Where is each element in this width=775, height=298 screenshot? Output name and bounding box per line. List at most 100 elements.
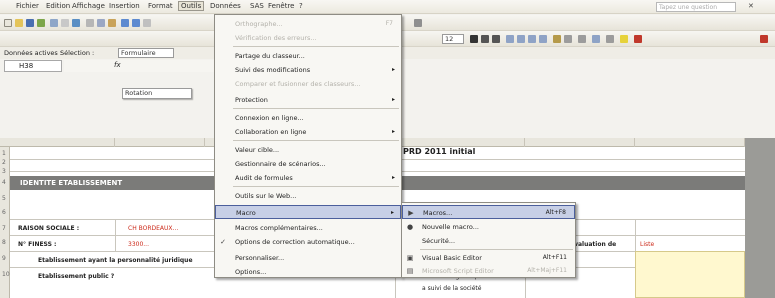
menu-outils[interactable]: Outils: [178, 1, 205, 11]
decimal-icon[interactable]: [578, 35, 586, 43]
submenu-item-script-editor[interactable]: ▤ Microsoft Script Editor Alt+Maj+F11: [402, 264, 575, 278]
menu-format[interactable]: Format: [148, 2, 173, 10]
open-icon[interactable]: [15, 19, 23, 27]
row-number[interactable]: 2: [2, 159, 6, 166]
fill-color-icon[interactable]: [620, 35, 628, 43]
societe-text: a suivi de la société: [422, 285, 482, 292]
row-number[interactable]: 9: [2, 255, 6, 262]
column-header[interactable]: [525, 138, 635, 147]
cut-icon[interactable]: [86, 19, 94, 27]
menu-item-options[interactable]: Options...: [215, 265, 401, 279]
font-color-icon[interactable]: [634, 35, 642, 43]
close-icon[interactable]: ✕: [748, 2, 754, 10]
menu-fenetre[interactable]: Fenêtre: [268, 2, 294, 10]
public-label: Etablissement public ?: [38, 273, 115, 280]
column-header[interactable]: [115, 138, 205, 147]
new-icon[interactable]: [4, 19, 12, 27]
column-header[interactable]: [635, 138, 745, 147]
undo-icon[interactable]: [121, 19, 129, 27]
name-box[interactable]: H38: [4, 60, 62, 72]
bold-icon[interactable]: [470, 35, 478, 43]
row-number[interactable]: 1: [2, 150, 6, 157]
permission-icon[interactable]: [37, 19, 45, 27]
menu-item-orthographe[interactable]: Orthographe... F7: [215, 17, 401, 31]
chevron-down-icon[interactable]: [143, 19, 151, 27]
menu-item-personnaliser[interactable]: Personnaliser...: [215, 251, 401, 265]
menu-item-collaboration[interactable]: Collaboration en ligne ▸: [215, 125, 401, 139]
save-icon[interactable]: [26, 19, 34, 27]
fx-icon: fx: [114, 61, 121, 69]
row-number[interactable]: 7: [2, 225, 6, 232]
menu-item-verification[interactable]: Vérification des erreurs...: [215, 31, 401, 45]
menu-item-label: Options...: [235, 268, 267, 276]
row-number[interactable]: 8: [2, 239, 6, 246]
menu-help[interactable]: ?: [299, 2, 303, 10]
menu-insertion[interactable]: Insertion: [109, 2, 140, 10]
align-right-icon[interactable]: [528, 35, 536, 43]
menu-item-comparer[interactable]: Comparer et fusionner des classeurs...: [215, 77, 401, 91]
menu-item-label: Valeur cible...: [235, 146, 280, 154]
menu-item-scenarios[interactable]: Gestionnaire de scénarios...: [215, 157, 401, 171]
indent-icon[interactable]: [592, 35, 600, 43]
row-number[interactable]: 5: [2, 195, 6, 202]
vb-editor-icon: ▣: [406, 254, 414, 262]
menu-item-complementaires[interactable]: Macros complémentaires...: [215, 221, 401, 235]
redo-icon[interactable]: [132, 19, 140, 27]
menu-donnees[interactable]: Données: [210, 2, 241, 10]
submenu-item-macros[interactable]: ▶ Macros... Alt+F8: [402, 205, 575, 219]
menu-item-label: Macros...: [423, 209, 453, 217]
menu-fichier[interactable]: Fichier: [16, 2, 39, 10]
text-color-icon[interactable]: [760, 35, 768, 43]
menu-item-audit[interactable]: Audit de formules ▸: [215, 171, 401, 185]
menu-item-correction[interactable]: ✓ Options de correction automatique...: [215, 235, 401, 249]
currency-icon[interactable]: [553, 35, 561, 43]
help-search-input[interactable]: Tapez une question: [656, 2, 736, 12]
menu-affichage[interactable]: Affichage: [72, 2, 105, 10]
underline-icon[interactable]: [492, 35, 500, 43]
submenu-item-vbe[interactable]: ▣ Visual Basic Editor Alt+F11: [402, 251, 575, 265]
submenu-arrow-icon: ▸: [391, 128, 395, 135]
column-header[interactable]: [10, 138, 115, 147]
print-icon[interactable]: [50, 19, 58, 27]
preview-icon[interactable]: [61, 19, 69, 27]
menu-item-protection[interactable]: Protection ▸: [215, 93, 401, 107]
menu-item-outils-web[interactable]: Outils sur le Web...: [215, 189, 401, 203]
menu-item-label: Suivi des modifications: [235, 66, 311, 74]
row-number[interactable]: 10: [2, 271, 10, 278]
menu-item-label: Macros complémentaires...: [235, 224, 323, 232]
macro-submenu: ▶ Macros... Alt+F8 ● Nouvelle macro... Sécu…: [401, 202, 576, 278]
menu-item-partage[interactable]: Partage du classeur...: [215, 49, 401, 63]
row-number[interactable]: 4: [2, 179, 6, 186]
row-number[interactable]: 6: [2, 209, 6, 216]
menu-item-macro[interactable]: Macro ▸: [215, 205, 401, 219]
menu-item-label: Personnaliser...: [235, 254, 285, 262]
paste-icon[interactable]: [108, 19, 116, 27]
menu-item-label: Sécurité...: [422, 237, 456, 245]
zoom-icon[interactable]: [414, 19, 422, 27]
merge-icon[interactable]: [539, 35, 547, 43]
menu-item-valeur-cible[interactable]: Valeur cible...: [215, 143, 401, 157]
submenu-arrow-icon: ▸: [390, 209, 394, 216]
align-center-icon[interactable]: [517, 35, 525, 43]
row-number[interactable]: 3: [2, 168, 6, 175]
menu-item-label: Gestionnaire de scénarios...: [235, 160, 326, 168]
menu-sas[interactable]: SAS: [250, 2, 264, 10]
formulaire-select[interactable]: Formulaire: [118, 48, 174, 58]
menu-item-connexion[interactable]: Connexion en ligne...: [215, 111, 401, 125]
percent-icon[interactable]: [564, 35, 572, 43]
menu-edition[interactable]: Edition: [46, 2, 70, 10]
italic-icon[interactable]: [481, 35, 489, 43]
column-header[interactable]: [395, 138, 525, 147]
rotation-dropdown[interactable]: Rotation: [122, 88, 192, 99]
submenu-item-nouvelle-macro[interactable]: ● Nouvelle macro...: [402, 220, 575, 234]
spelling-icon[interactable]: [72, 19, 80, 27]
submenu-item-securite[interactable]: Sécurité...: [402, 234, 575, 248]
input-cell[interactable]: [635, 251, 745, 298]
align-left-icon[interactable]: [506, 35, 514, 43]
menu-item-label: Connexion en ligne...: [235, 114, 304, 122]
border-icon[interactable]: [606, 35, 614, 43]
font-size-select[interactable]: 12: [442, 34, 464, 44]
raison-sociale-value: CH BORDEAUX...: [128, 225, 179, 232]
copy-icon[interactable]: [97, 19, 105, 27]
menu-item-suivi[interactable]: Suivi des modifications ▸: [215, 63, 401, 77]
